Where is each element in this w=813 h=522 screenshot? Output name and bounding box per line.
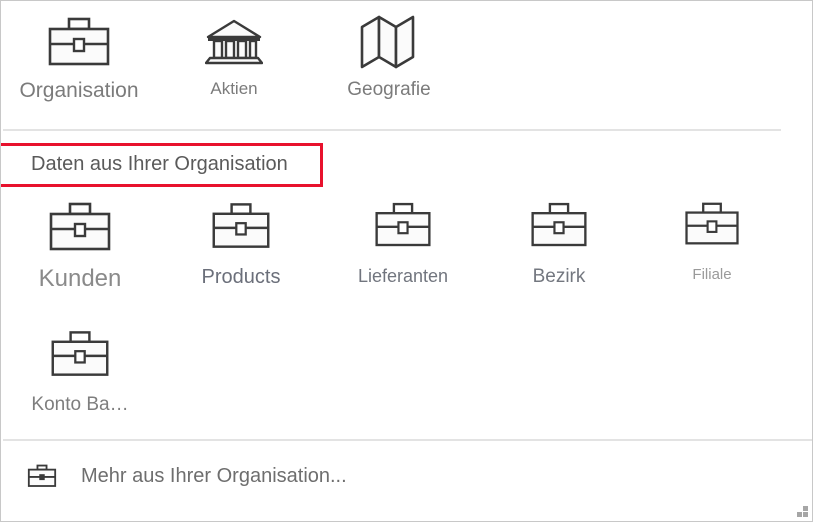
more-from-organization-row[interactable]: Mehr aus Ihrer Organisation... xyxy=(1,441,812,521)
entity-label-products: Products xyxy=(201,266,281,288)
resize-grip[interactable] xyxy=(793,502,808,517)
category-label-organisation: Organisation xyxy=(19,79,139,102)
entity-item-kunden[interactable]: Kunden xyxy=(13,201,147,291)
bank-icon xyxy=(179,11,289,73)
briefcase-icon xyxy=(656,201,768,257)
organization-data-picker-panel: Organisation Aktien Geografie Daten aus … xyxy=(0,0,813,522)
briefcase-icon xyxy=(13,329,147,385)
resize-grip-dot xyxy=(797,512,802,517)
category-item-organisation[interactable]: Organisation xyxy=(9,1,149,101)
entity-item-products[interactable]: Products xyxy=(176,201,306,287)
entity-label-filiale: Filiale xyxy=(692,266,732,283)
category-label-geografie: Geografie xyxy=(347,79,431,100)
divider-top xyxy=(3,129,781,131)
briefcase-icon xyxy=(9,11,149,73)
entity-item-bezirk[interactable]: Bezirk xyxy=(498,201,620,286)
briefcase-icon xyxy=(25,461,59,491)
entity-label-konto-ba: Konto Ba… xyxy=(31,394,129,415)
entity-item-filiale[interactable]: Filiale xyxy=(656,201,768,282)
more-from-organization-label: Mehr aus Ihrer Organisation... xyxy=(81,465,347,487)
briefcase-icon xyxy=(338,201,468,257)
category-item-aktien[interactable]: Aktien xyxy=(179,1,289,97)
category-row: Organisation Aktien Geografie xyxy=(1,1,812,129)
entity-item-konto-ba[interactable]: Konto Ba… xyxy=(13,329,147,414)
section-heading: Daten aus Ihrer Organisation xyxy=(1,143,401,187)
entity-label-kunden: Kunden xyxy=(38,265,122,292)
resize-grip-dot xyxy=(803,506,808,511)
entity-label-bezirk: Bezirk xyxy=(532,266,586,287)
category-label-aktien: Aktien xyxy=(210,79,258,98)
entity-label-lieferanten: Lieferanten xyxy=(357,266,449,286)
briefcase-icon xyxy=(498,201,620,257)
resize-grip-dot xyxy=(803,512,808,517)
entity-item-lieferanten[interactable]: Lieferanten xyxy=(338,201,468,285)
map-icon xyxy=(324,11,454,73)
entity-grid: Kunden Products Lieferanten Bezirk Filia… xyxy=(1,201,812,433)
briefcase-icon xyxy=(13,201,147,257)
section-heading-label: Daten aus Ihrer Organisation xyxy=(31,153,288,175)
category-item-geografie[interactable]: Geografie xyxy=(324,1,454,99)
briefcase-icon xyxy=(176,201,306,257)
